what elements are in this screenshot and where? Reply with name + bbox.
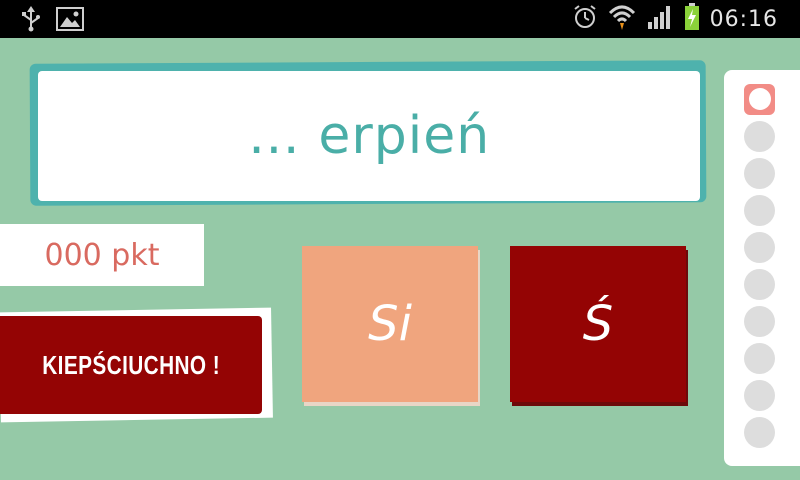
feedback-banner: KIEPŚCIUCHNO ! <box>0 316 262 414</box>
score-text: 000 pkt <box>44 237 160 273</box>
progress-dot <box>744 269 775 300</box>
feedback-text: KIEPŚCIUCHNO ! <box>42 349 220 380</box>
status-bar: 06:16 <box>0 0 800 38</box>
choice-si-label: Si <box>368 296 412 352</box>
word-text: … erpień <box>247 106 491 166</box>
progress-dot <box>744 158 775 189</box>
progress-dot-current <box>744 84 775 115</box>
progress-dot <box>744 195 775 226</box>
progress-dot <box>744 417 775 448</box>
usb-icon <box>20 6 42 36</box>
choice-s-acute-label: Ś <box>582 296 614 352</box>
wifi-icon <box>608 3 636 35</box>
score-box: 000 pkt <box>0 224 204 286</box>
choice-si-button[interactable]: Si <box>302 246 478 402</box>
alarm-icon <box>572 4 598 34</box>
word-card: … erpień <box>38 71 700 201</box>
battery-charging-icon <box>684 3 700 35</box>
progress-dot <box>744 306 775 337</box>
image-icon <box>56 7 84 35</box>
progress-dot <box>744 232 775 263</box>
progress-dot <box>744 380 775 411</box>
clock: 06:16 <box>709 6 778 32</box>
signal-icon <box>646 4 674 34</box>
progress-dot <box>744 343 775 374</box>
progress-dot <box>744 121 775 152</box>
progress-dot-marker <box>749 88 771 110</box>
choice-s-acute-button[interactable]: Ś <box>510 246 686 402</box>
